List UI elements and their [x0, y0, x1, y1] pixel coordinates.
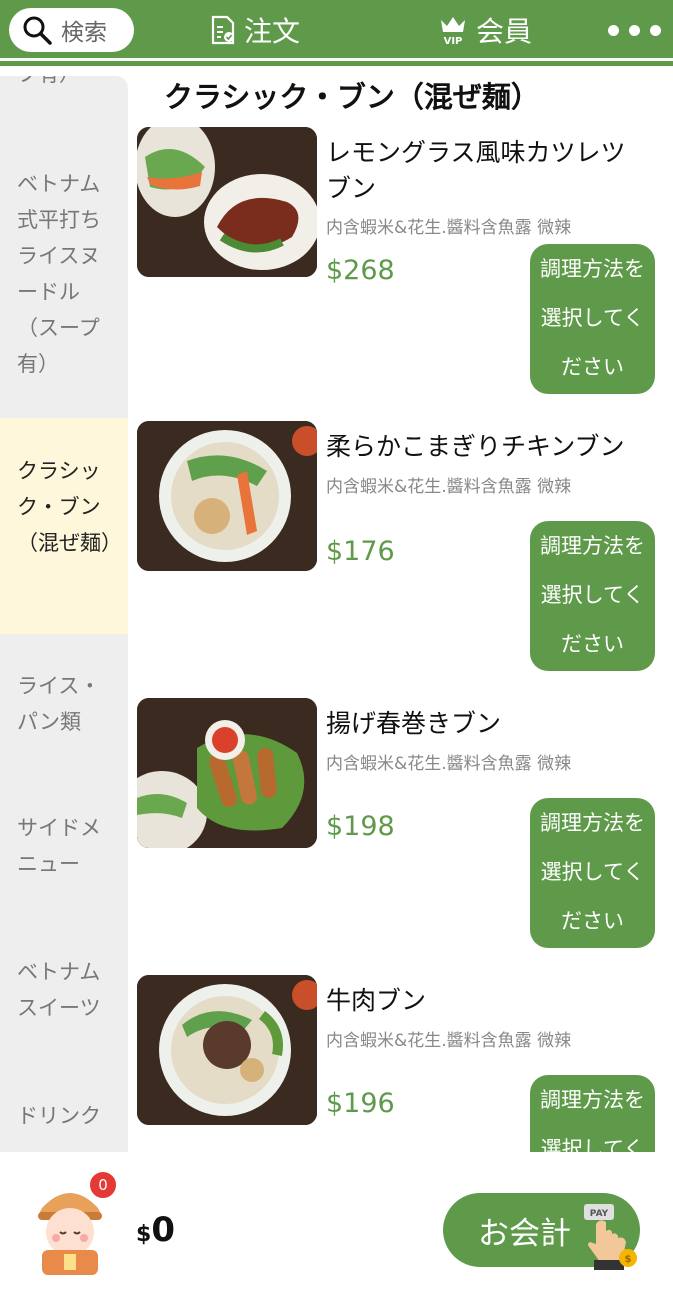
food-image[interactable] — [137, 127, 317, 277]
sidebar-item-label: クラシック・ブン（混ぜ麺） — [17, 459, 122, 555]
search-label: 検索 — [61, 20, 107, 46]
menu-item-card[interactable]: 柔らかこまぎりチキンブン 内含蝦米&花生.醬料含魚露 微辣 $176 調理方法を… — [128, 421, 673, 697]
header-divider — [0, 58, 673, 61]
nav-member-tab[interactable]: VIP 会員 — [438, 8, 532, 52]
vip-text: VIP — [444, 36, 463, 46]
choose-cooking-method-button[interactable]: 調理方法を選択してください — [530, 521, 655, 671]
checkout-label: お会計 — [478, 1215, 571, 1252]
nav-order-label: 注文 — [244, 15, 301, 48]
pay-hand-icon: PAY $ — [578, 1202, 642, 1272]
food-image[interactable] — [137, 421, 317, 571]
menu-item-card[interactable]: 揚げ春巻きブン 内含蝦米&花生.醬料含魚露 微辣 $198 調理方法を選択してく… — [128, 698, 673, 974]
sidebar-item-sweets[interactable]: ベトナムスイーツ — [0, 954, 128, 1026]
nav-member-label: 会員 — [476, 15, 533, 48]
item-price: $196 — [326, 1088, 395, 1119]
sidebar-item-label: ベトナム式平打ちライスヌードル（スープ有） — [17, 172, 101, 376]
total-amount: 0 — [151, 1210, 175, 1250]
nav-order-tab[interactable]: 注文 — [210, 8, 300, 52]
cart-total: $ 0 — [136, 1210, 175, 1250]
section-title: クラシック・ブン（混ぜ麺） — [164, 80, 540, 114]
sidebar-item-label: プ有） — [17, 76, 80, 86]
pay-text: PAY — [590, 1209, 609, 1219]
choose-cooking-method-button[interactable]: 調理方法を選択してください — [530, 798, 655, 948]
sidebar-item-label: ライス・パン類 — [17, 674, 101, 734]
item-name: レモングラス風味カツレツブン — [326, 138, 626, 203]
menu-item-card[interactable]: レモングラス風味カツレツブン 内含蝦米&花生.醬料含魚露 微辣 $268 調理方… — [128, 127, 673, 403]
svg-text:$: $ — [625, 1254, 632, 1265]
vip-crown-icon: VIP — [438, 14, 468, 46]
sidebar-item-classic-bun[interactable]: クラシック・ブン（混ぜ麺） — [0, 418, 128, 634]
food-image[interactable] — [137, 975, 317, 1125]
sidebar-item-drinks[interactable]: ドリンク — [0, 1098, 128, 1134]
item-name: 揚げ春巻きブン — [326, 709, 502, 738]
choose-cooking-method-button[interactable]: 調理方法を選択してください — [530, 1075, 655, 1152]
sidebar-item-label: ベトナムスイーツ — [17, 960, 101, 1020]
currency-symbol: $ — [136, 1222, 152, 1247]
item-description: 内含蝦米&花生.醬料含魚露 微辣 — [326, 1031, 572, 1051]
order-list-icon — [210, 15, 236, 45]
category-sidebar[interactable]: プ有） ベトナム式平打ちライスヌードル（スープ有） クラシック・ブン（混ぜ麺） … — [0, 76, 128, 1152]
sidebar-item-pho[interactable]: ベトナム式平打ちライスヌードル（スープ有） — [0, 166, 128, 382]
item-description: 内含蝦米&花生.醬料含魚露 微辣 — [326, 218, 572, 238]
menu-item-list[interactable]: クラシック・ブン（混ぜ麺） レモングラス風味カツレツブン 内含蝦米&花生.醬料含… — [128, 66, 673, 1152]
sidebar-item-label: サイドメニュー — [17, 816, 101, 876]
cart-footer: 0 $ 0 お会計 PAY $ — [0, 1152, 673, 1296]
food-image[interactable] — [137, 698, 317, 848]
cart-count-badge: 0 — [88, 1170, 118, 1200]
item-name: 牛肉ブン — [326, 986, 427, 1015]
sidebar-item-side-menu[interactable]: サイドメニュー — [0, 810, 128, 882]
more-dots-icon[interactable] — [608, 14, 661, 46]
more-dot — [608, 24, 619, 36]
item-price: $268 — [326, 255, 395, 286]
sidebar-item-rice-bread[interactable]: ライス・パン類 — [0, 668, 128, 740]
item-price: $176 — [326, 536, 395, 567]
top-nav-bar: 検索 注文 VIP 会員 — [0, 0, 673, 66]
choose-cooking-method-button[interactable]: 調理方法を選択してください — [530, 244, 655, 394]
item-name: 柔らかこまぎりチキンブン — [326, 432, 625, 461]
item-description: 内含蝦米&花生.醬料含魚露 微辣 — [326, 477, 572, 497]
sidebar-item-partial[interactable]: プ有） — [0, 76, 128, 92]
search-icon — [23, 16, 52, 45]
more-dot — [629, 24, 640, 36]
menu-item-card[interactable]: 牛肉ブン 内含蝦米&花生.醬料含魚露 微辣 $196 調理方法を選択してください — [128, 975, 673, 1152]
more-dot — [650, 24, 661, 36]
sidebar-item-label: ドリンク — [17, 1104, 101, 1128]
item-description: 内含蝦米&花生.醬料含魚露 微辣 — [326, 754, 572, 774]
item-price: $198 — [326, 811, 395, 842]
search-button[interactable]: 検索 — [9, 8, 134, 52]
